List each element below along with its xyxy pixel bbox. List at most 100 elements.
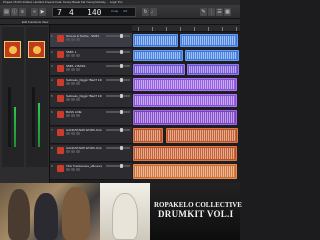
record-button[interactable] [76,68,80,71]
play-button[interactable]: ▶ [39,8,46,16]
record-button[interactable] [76,168,80,171]
level-meter [14,107,16,147]
track-volume-slider[interactable] [106,34,130,38]
track-volume-slider[interactable] [106,110,130,114]
solo-button[interactable] [71,82,75,85]
track-lane[interactable] [132,145,240,162]
track-header[interactable]: 9TAG Tracksnotes_uBounce 44k 48k [50,163,132,180]
library-button[interactable]: ▤ [3,8,10,16]
audio-region[interactable] [180,34,238,47]
track-header[interactable]: 6 BASS LINE [50,109,132,126]
track-volume-slider[interactable] [106,164,130,168]
track-number: 7 [51,128,53,132]
record-button[interactable] [76,150,80,153]
solo-button[interactable] [71,38,75,41]
track-volume-slider[interactable] [106,146,130,150]
audio-region[interactable] [133,146,237,161]
solo-button[interactable] [71,132,75,135]
track-header[interactable]: 5Subtraks_Diggin' BEAT 133 BPM [50,93,132,108]
track-header[interactable]: 2 SMPL 1 [50,49,132,62]
audio-region[interactable] [133,128,163,143]
inspector-button[interactable]: ⓘ [11,8,18,16]
solo-button[interactable] [71,68,75,71]
mute-button[interactable] [66,150,70,153]
bust-photo [100,183,150,240]
track-lane[interactable] [132,49,240,62]
record-button[interactable] [76,82,80,85]
inspector-panel [0,25,50,183]
audio-region[interactable] [133,94,237,107]
record-button[interactable] [76,98,80,101]
track-header[interactable]: 8 GANGSTARR WORK ACAP [50,145,132,162]
browser-button[interactable]: ▦ [224,8,231,16]
mute-button[interactable] [66,98,70,101]
track-lane[interactable] [132,109,240,126]
audio-region[interactable] [133,164,237,179]
track-lane[interactable] [132,127,240,144]
track-icon [57,79,64,86]
track-volume-slider[interactable] [106,94,130,98]
track-volume-slider[interactable] [106,78,130,82]
track-header[interactable]: 1 Torrens & Torche - SMPL [50,33,132,48]
audio-region[interactable] [133,78,237,91]
track-volume-slider[interactable] [106,50,130,54]
solo-button[interactable] [71,114,75,117]
mute-button[interactable] [66,38,70,41]
track-header[interactable]: 3 SMPL 2 BASS [50,63,132,76]
waveform [135,96,235,105]
rewind-button[interactable]: « [31,8,38,16]
bar-ruler[interactable] [132,25,240,32]
track-lane[interactable] [132,93,240,108]
solo-button[interactable] [71,168,75,171]
track-header[interactable]: 7 GANGSTARR WORK ACAP [50,127,132,144]
record-button[interactable] [76,38,80,41]
track-icon [57,35,64,42]
mute-button[interactable] [66,168,70,171]
output-fader[interactable] [32,87,35,147]
mute-button[interactable] [66,132,70,135]
mute-button[interactable] [66,82,70,85]
toolbar-toggle-button[interactable]: ≡ [19,8,26,16]
track-lane[interactable] [132,163,240,180]
mute-button[interactable] [66,54,70,57]
person-figure [62,187,90,240]
waveform [135,36,176,45]
metronome-button[interactable]: ♩ [150,8,157,16]
audio-region[interactable] [185,50,239,61]
track-icon [57,95,64,102]
crowd-photo [0,183,100,240]
solo-button[interactable] [71,98,75,101]
mute-button[interactable] [66,114,70,117]
ruler-tick [180,27,181,31]
record-button[interactable] [76,54,80,57]
track-volume-slider[interactable] [106,128,130,132]
track-lane[interactable] [132,77,240,92]
record-button[interactable] [76,114,80,117]
control-bar: ▤ ⓘ ≡ « ▶ 7 4 140 Cmaj 4/4 ↻ ♩ ✎ ⋮ ☰ ▦ [0,5,240,19]
audio-region[interactable] [133,64,185,75]
audio-region[interactable] [166,128,238,143]
audio-region[interactable] [133,110,237,125]
solo-button[interactable] [71,54,75,57]
lcd-display[interactable]: 7 4 140 Cmaj 4/4 [52,7,136,17]
editors-button[interactable]: ✎ [200,8,207,16]
mixer-button[interactable]: ⋮ [208,8,215,16]
track-volume-slider[interactable] [106,64,130,68]
track-header[interactable]: 4Subtraks_Diggin' BEAT 133 BPM [50,77,132,92]
audio-region[interactable] [133,34,178,47]
track-lane[interactable] [132,63,240,76]
mute-button[interactable] [66,68,70,71]
list-editors-button[interactable]: ☰ [216,8,223,16]
waveform [187,52,237,59]
ruler-tick [208,27,209,31]
track-icon [57,129,64,136]
cycle-button[interactable]: ↻ [142,8,149,16]
waveform [135,148,235,159]
track-icon [57,51,64,58]
record-button[interactable] [76,132,80,135]
audio-region[interactable] [133,50,183,61]
track-lane[interactable] [132,33,240,48]
audio-region[interactable] [187,64,239,75]
volume-fader[interactable] [8,87,11,147]
solo-button[interactable] [71,150,75,153]
